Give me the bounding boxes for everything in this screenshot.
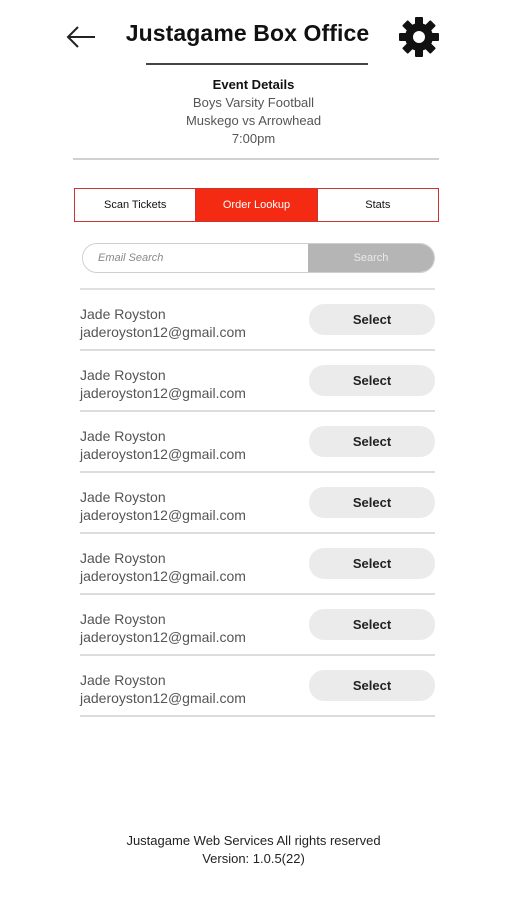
order-email: jaderoyston12@gmail.com [80,568,246,584]
order-email: jaderoyston12@gmail.com [80,507,246,523]
list-item: Jade Royston jaderoyston12@gmail.com Sel… [0,595,507,656]
list-item: Jade Royston jaderoyston12@gmail.com Sel… [0,290,507,351]
email-search-input[interactable] [83,244,308,272]
order-name: Jade Royston [80,672,166,688]
select-button[interactable]: Select [309,548,435,579]
tab-scan-tickets[interactable]: Scan Tickets [75,189,196,221]
order-name: Jade Royston [80,611,166,627]
order-email: jaderoyston12@gmail.com [80,446,246,462]
tab-bar: Scan Tickets Order Lookup Stats [74,188,439,222]
arrow-left-icon [66,26,95,48]
event-name: Boys Varsity Football [192,95,315,110]
list-item: Jade Royston jaderoyston12@gmail.com Sel… [0,534,507,595]
select-button[interactable]: Select [309,487,435,518]
order-name: Jade Royston [80,306,166,322]
order-email: jaderoyston12@gmail.com [80,324,246,340]
order-email: jaderoyston12@gmail.com [80,690,246,706]
event-details-heading: Event Details [212,77,295,92]
select-button[interactable]: Select [309,304,435,335]
order-name: Jade Royston [80,550,166,566]
select-button[interactable]: Select [309,670,435,701]
event-time: 7:00pm [231,131,276,146]
select-button[interactable]: Select [309,365,435,396]
order-email: jaderoyston12@gmail.com [80,629,246,645]
title-divider [146,63,368,65]
list-item: Jade Royston jaderoyston12@gmail.com Sel… [0,351,507,412]
search-bar: Search [82,243,435,273]
tab-order-lookup[interactable]: Order Lookup [195,189,317,221]
order-email: jaderoyston12@gmail.com [80,385,246,401]
version-text: Version: 1.0.5(22) [202,851,305,866]
list-item: Jade Royston jaderoyston12@gmail.com Sel… [0,473,507,534]
list-item: Jade Royston jaderoyston12@gmail.com Sel… [0,656,507,717]
list-item: Jade Royston jaderoyston12@gmail.com Sel… [0,412,507,473]
order-list: Jade Royston jaderoyston12@gmail.com Sel… [0,290,507,717]
order-name: Jade Royston [80,428,166,444]
page-title: Justagame Box Office [125,20,370,46]
footer: Justagame Web Services All rights reserv… [0,832,507,868]
tab-stats[interactable]: Stats [316,189,438,221]
event-details: Event Details Boys Varsity Football Musk… [0,76,507,148]
gear-icon [399,17,439,57]
section-divider [73,158,439,160]
back-button[interactable] [62,20,100,54]
row-divider [80,715,435,717]
select-button[interactable]: Select [309,426,435,457]
search-button[interactable]: Search [308,244,434,272]
select-button[interactable]: Select [309,609,435,640]
copyright-text: Justagame Web Services All rights reserv… [126,833,381,848]
settings-button[interactable] [398,16,440,58]
order-name: Jade Royston [80,489,166,505]
order-name: Jade Royston [80,367,166,383]
event-matchup: Muskego vs Arrowhead [185,113,322,128]
box-office-screen: Justagame Box Office Event Details Boys … [0,0,507,900]
